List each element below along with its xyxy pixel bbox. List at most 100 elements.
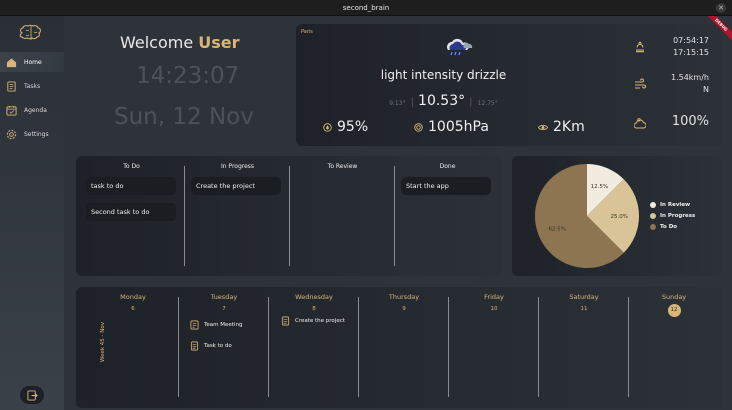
current-date: Sun, 12 Nov bbox=[114, 104, 254, 130]
event-label: Team Meeting bbox=[204, 322, 243, 328]
sidebar-item-agenda[interactable]: Agenda bbox=[0, 100, 64, 120]
day-name: Monday bbox=[120, 293, 146, 301]
calendar-event[interactable]: Task to do bbox=[190, 341, 232, 351]
pressure-icon bbox=[414, 122, 423, 132]
pressure-stat: 1005hPa bbox=[414, 119, 489, 135]
day-number: 8 bbox=[312, 306, 316, 312]
kanban-column-title: To Do bbox=[123, 163, 140, 170]
legend-item-to-do: To Do bbox=[650, 224, 677, 230]
day-number: 9 bbox=[402, 306, 406, 312]
calendar-event[interactable]: Create the project bbox=[281, 316, 345, 326]
kanban-column-to-review: To Review bbox=[291, 156, 394, 276]
kanban-board: To Do In Progress To Review Done task to… bbox=[76, 156, 502, 276]
day-column-monday[interactable]: Monday 6 bbox=[88, 287, 178, 408]
day-column-tuesday[interactable]: Tuesday 7 Team Meeting Task to do bbox=[179, 287, 269, 408]
humidity-icon bbox=[323, 122, 332, 132]
legend-item-in-review: In Review bbox=[650, 202, 690, 208]
legend-item-in-progress: In Progress bbox=[650, 213, 695, 219]
day-column-thursday[interactable]: Thursday 9 bbox=[359, 287, 449, 408]
welcome-prefix: Welcome bbox=[120, 33, 199, 52]
kanban-column-title: In Progress bbox=[220, 163, 255, 170]
wind-stat: 1.54km/h N bbox=[631, 71, 721, 97]
event-label: Create the project bbox=[295, 318, 345, 324]
debug-banner-label: DEBUG bbox=[706, 16, 732, 42]
day-number: 11 bbox=[580, 306, 588, 312]
pie-slice-label: 12.5% bbox=[591, 184, 608, 190]
cloud-percent-icon bbox=[634, 118, 646, 129]
sunset-time: 17:15:15 bbox=[673, 48, 709, 57]
wind-icon bbox=[635, 78, 646, 89]
kanban-column-title: Done bbox=[439, 163, 456, 170]
wind-direction: N bbox=[703, 85, 709, 94]
task-card[interactable]: Second task to do bbox=[86, 203, 176, 221]
pie-slice-label: 62.5% bbox=[548, 226, 565, 232]
sidebar-item-label: Home bbox=[24, 58, 42, 66]
day-name: Wednesday bbox=[295, 293, 333, 301]
sidebar-item-tasks[interactable]: Tasks bbox=[0, 76, 64, 96]
sunrise-time: 07:54:17 bbox=[673, 36, 709, 45]
visibility-stat: 2Km bbox=[538, 119, 585, 135]
legend-swatch bbox=[650, 224, 656, 230]
task-card[interactable]: Start the app bbox=[401, 177, 491, 195]
legend-label: In Progress bbox=[660, 213, 696, 219]
eye-icon bbox=[538, 124, 548, 130]
day-number: 10 bbox=[490, 306, 498, 312]
pie-slice-label: 25.0% bbox=[610, 214, 627, 220]
day-name: Friday bbox=[484, 293, 504, 301]
calendar-event[interactable]: Team Meeting bbox=[190, 320, 242, 330]
sidebar-item-settings[interactable]: Settings bbox=[0, 124, 64, 144]
column-divider bbox=[184, 166, 185, 266]
sidebar-item-home[interactable]: Home bbox=[0, 52, 64, 72]
welcome-user: User bbox=[198, 33, 240, 52]
temp-max: 12.75° bbox=[477, 100, 498, 107]
day-name: Thursday bbox=[388, 293, 420, 301]
column-divider bbox=[289, 166, 290, 266]
logout-icon bbox=[26, 389, 38, 401]
kanban-column-in-progress: In Progress bbox=[186, 156, 289, 276]
settings-icon bbox=[6, 129, 17, 139]
task-icon bbox=[281, 316, 290, 326]
day-column-wednesday[interactable]: Wednesday 8 Create the project bbox=[269, 287, 359, 408]
task-icon bbox=[190, 341, 199, 351]
kanban-column-title: To Review bbox=[327, 163, 358, 170]
pie-chart: 12.5% 25.0% 62.5% bbox=[535, 164, 639, 268]
pressure-value: 1005hPa bbox=[428, 119, 489, 135]
title-bar: second_brain ✕ bbox=[0, 0, 732, 16]
humidity-stat: 95% bbox=[323, 119, 368, 135]
window-title: second_brain bbox=[342, 3, 390, 12]
wind-speed: 1.54km/h bbox=[670, 73, 709, 82]
day-column-sunday[interactable]: Sunday 12 bbox=[629, 287, 719, 408]
day-column-saturday[interactable]: Saturday 11 bbox=[539, 287, 629, 408]
agenda-icon bbox=[6, 105, 17, 116]
tasks-icon bbox=[7, 80, 16, 92]
sidebar-item-label: Agenda bbox=[24, 106, 47, 114]
day-name: Sunday bbox=[661, 293, 687, 301]
drizzle-cloud-icon bbox=[447, 38, 473, 56]
close-icon[interactable]: ✕ bbox=[716, 3, 726, 13]
home-icon bbox=[6, 57, 17, 67]
day-name: Tuesday bbox=[210, 293, 238, 301]
task-card[interactable]: Create the project bbox=[191, 177, 281, 195]
legend-label: To Do bbox=[660, 224, 678, 230]
meeting-icon bbox=[190, 320, 199, 330]
clouds-stat: 100% bbox=[631, 114, 721, 134]
weather-temperatures: 9.13° | 10.53° | 12.75° bbox=[389, 93, 498, 109]
column-divider bbox=[394, 166, 395, 266]
legend-swatch bbox=[650, 213, 656, 219]
logout-button[interactable] bbox=[20, 386, 44, 404]
legend-label: In Review bbox=[660, 202, 691, 208]
weather-card: Paris light intensity drizzle 9.13° | 10.… bbox=[296, 24, 722, 146]
clouds-value: 100% bbox=[671, 114, 709, 129]
sidebar-item-label: Tasks bbox=[24, 82, 41, 90]
sidebar-item-label: Settings bbox=[24, 130, 49, 138]
current-time: 14:23:07 bbox=[136, 63, 240, 89]
task-card[interactable]: task to do bbox=[86, 177, 176, 195]
task-status-chart: 12.5% 25.0% 62.5% In Review In Progress To… bbox=[512, 156, 722, 276]
temp-min: 9.13° bbox=[389, 100, 406, 107]
weather-city: Paris bbox=[301, 29, 313, 35]
sunrise-icon bbox=[636, 41, 644, 53]
sidebar: Home Tasks Agenda Settings bbox=[0, 16, 64, 410]
week-calendar: Week 45 - Nov Monday 6 Tuesday 7 Team Me… bbox=[76, 287, 722, 408]
day-column-friday[interactable]: Friday 10 bbox=[449, 287, 539, 408]
brain-logo-icon bbox=[19, 24, 41, 40]
